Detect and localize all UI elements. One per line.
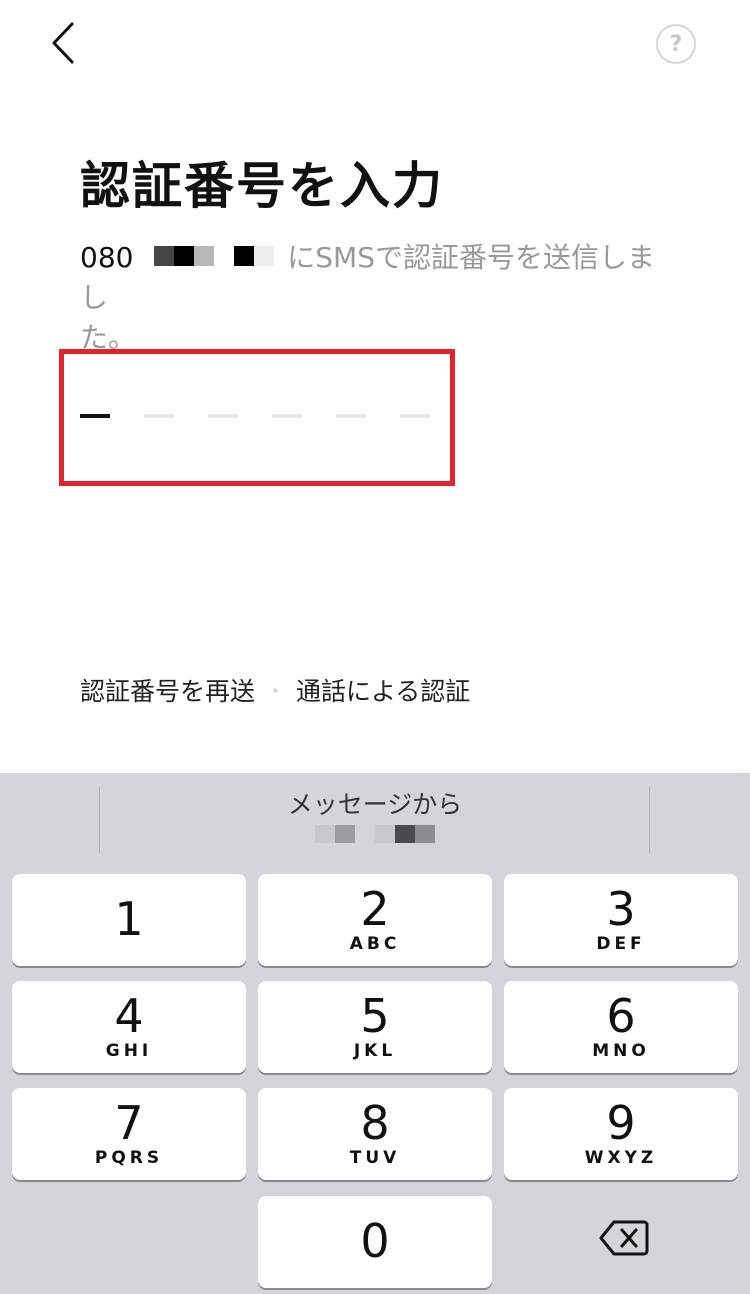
page-title: 認証番号を入力 <box>80 157 444 215</box>
suggestion-divider <box>99 787 100 853</box>
masked-phone-number <box>154 241 283 274</box>
key-letters: DEF <box>596 934 646 954</box>
question-icon: ? <box>669 31 683 57</box>
code-slot <box>336 414 366 418</box>
key-digit: 7 <box>114 1096 144 1150</box>
sms-code-suggestion[interactable]: メッセージから <box>101 773 649 863</box>
key-letters: MNO <box>592 1041 650 1061</box>
key-digit: 6 <box>606 989 636 1043</box>
code-slot <box>208 414 238 418</box>
key-3[interactable]: 3 DEF <box>504 874 738 966</box>
key-letters: WXYZ <box>584 1148 658 1168</box>
key-letters: PQRS <box>94 1148 164 1168</box>
suggestion-code-masked <box>101 825 649 843</box>
code-input[interactable] <box>80 414 464 418</box>
key-digit: 0 <box>360 1214 390 1268</box>
code-slot <box>272 414 302 418</box>
suggestion-label: メッセージから <box>287 790 463 819</box>
key-4[interactable]: 4 GHI <box>12 981 246 1073</box>
key-8[interactable]: 8 TUV <box>258 1088 492 1180</box>
key-digit: 9 <box>606 1096 636 1150</box>
key-6[interactable]: 6 MNO <box>504 981 738 1073</box>
help-button[interactable]: ? <box>656 24 696 64</box>
key-letters: GHI <box>105 1041 153 1061</box>
suggestion-divider <box>649 787 650 853</box>
key-1[interactable]: 1 <box>12 874 246 966</box>
key-7[interactable]: 7 PQRS <box>12 1088 246 1180</box>
resend-code-link[interactable]: 認証番号を再送 <box>80 672 255 708</box>
key-9[interactable]: 9 WXYZ <box>504 1088 738 1180</box>
key-digit: 1 <box>114 892 144 946</box>
code-slot <box>80 414 110 418</box>
chevron-left-icon <box>52 22 74 64</box>
backspace-icon <box>599 1220 649 1256</box>
back-button[interactable] <box>40 18 90 68</box>
code-slot <box>144 414 174 418</box>
key-digit: 3 <box>606 882 636 936</box>
key-digit: 4 <box>114 989 144 1043</box>
key-5[interactable]: 5 JKL <box>258 981 492 1073</box>
call-verification-link[interactable]: 通話による認証 <box>296 672 470 708</box>
key-0[interactable]: 0 <box>258 1196 492 1288</box>
key-letters: TUV <box>349 1148 401 1168</box>
key-letters: ABC <box>349 934 401 954</box>
phone-prefix: 080 <box>80 241 134 274</box>
sms-description: 080 にSMSで認証番号を送信しまし た。 <box>80 238 680 358</box>
code-slot <box>400 414 430 418</box>
key-2[interactable]: 2 ABC <box>258 874 492 966</box>
verification-options: 認証番号を再送 通話による認証 <box>80 672 470 708</box>
delete-key[interactable] <box>598 1218 650 1258</box>
key-digit: 2 <box>360 882 390 936</box>
key-digit: 5 <box>360 989 390 1043</box>
separator-dot <box>273 687 279 693</box>
key-letters: JKL <box>353 1041 397 1061</box>
key-digit: 8 <box>360 1096 390 1150</box>
